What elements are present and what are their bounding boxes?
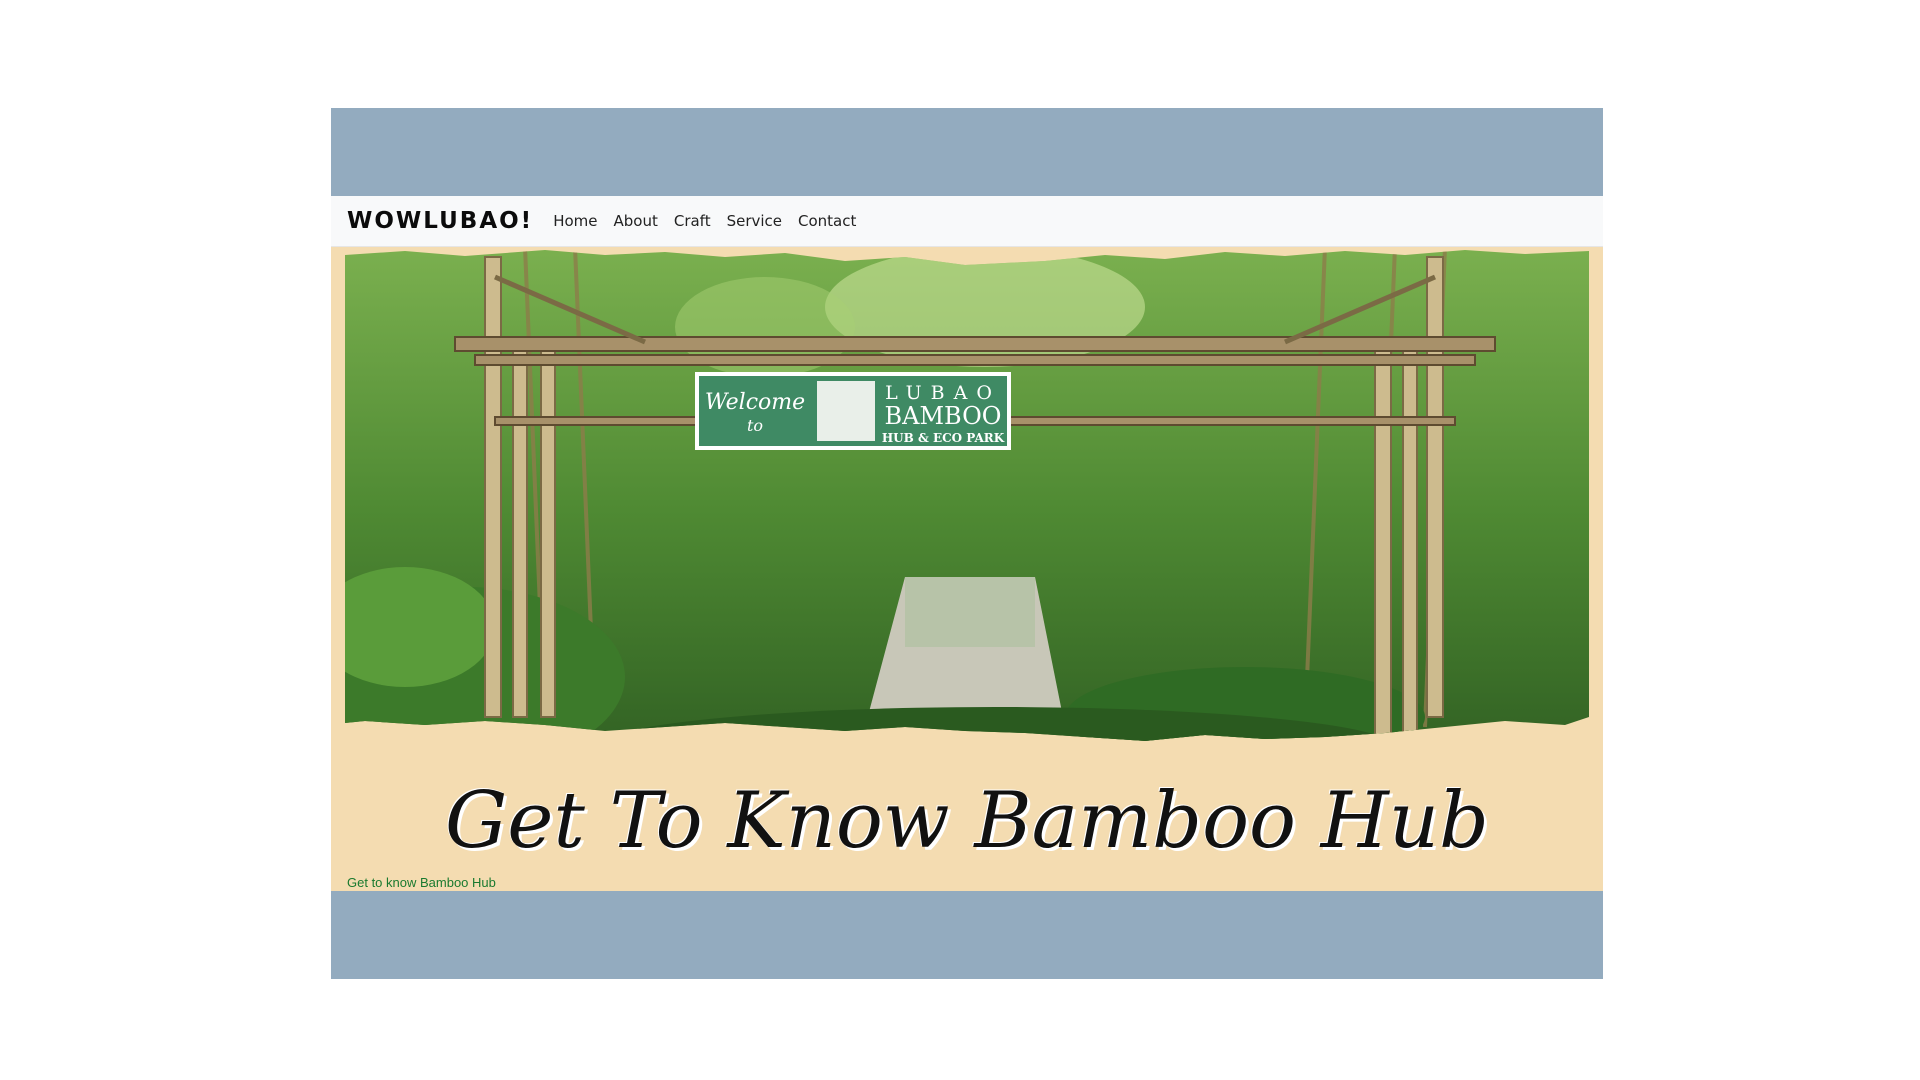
nav-link-home[interactable]: Home — [553, 212, 597, 230]
webpage: WOWLUBAO! Home About Craft Service Conta… — [331, 196, 1603, 891]
sign-line1: LUBAO — [885, 382, 1001, 404]
sign-welcome-text: Welcome — [705, 390, 805, 415]
nav-link-about[interactable]: About — [613, 212, 657, 230]
nav-link-service[interactable]: Service — [727, 212, 782, 230]
sign-line3: HUB & ECO PARK — [882, 431, 1005, 445]
brand-logo[interactable]: WOWLUBAO! — [347, 208, 533, 234]
bamboo-gate-photo: Welcome to LUBAO BAMBOO HUB & ECO PARK — [345, 250, 1589, 741]
nav-link-craft[interactable]: Craft — [674, 212, 711, 230]
sign-line2: BAMBOO — [885, 402, 1002, 430]
page-headline: Get To Know Bamboo Hub — [445, 776, 1489, 866]
navbar: WOWLUBAO! Home About Craft Service Conta… — [331, 196, 1603, 247]
nav-link-contact[interactable]: Contact — [798, 212, 856, 230]
hero-image: Welcome to LUBAO BAMBOO HUB & ECO PARK — [345, 247, 1589, 773]
sign-to-text: to — [747, 416, 763, 435]
partially-hidden-link[interactable]: Get to know Bamboo Hub — [347, 875, 496, 890]
presentation-frame: WOWLUBAO! Home About Craft Service Conta… — [331, 108, 1603, 979]
